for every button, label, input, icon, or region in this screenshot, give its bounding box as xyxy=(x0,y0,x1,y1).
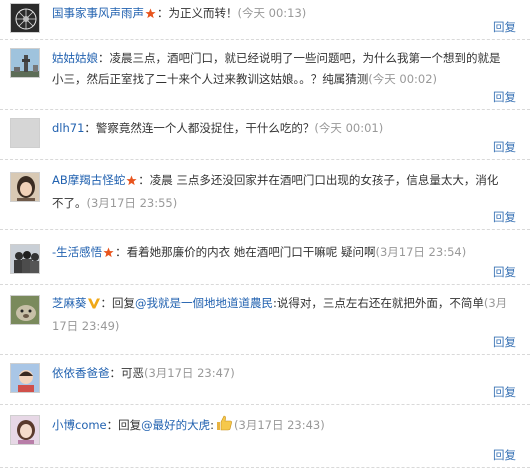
comment-item: 国事家事风声雨声 ：为正义而转！(今天 00:13) 回复 xyxy=(0,0,530,40)
mention-link[interactable]: @最好的大虎 xyxy=(141,418,210,432)
username-link[interactable]: AB摩羯古怪蛇 xyxy=(52,173,125,187)
avatar[interactable] xyxy=(10,118,40,148)
comment-item: 小博come：回复@最好的大虎: (3月17日 23:43) 回复 xyxy=(0,405,530,468)
comment-text-prefix: ：回复 xyxy=(106,418,142,432)
comment-body: 姑姑姑娘：凌晨三点，酒吧门口，就已经说明了一些问题吧，为什么我第一个想到的就是小… xyxy=(52,48,508,90)
comment-item: dlh71：警察竟然连一个人都没捉住，干什么吃的？(今天 00:01) 回复 xyxy=(0,110,530,160)
vip-badge-icon xyxy=(87,295,100,316)
tower-avatar-icon xyxy=(11,49,39,77)
comment-time: (今天 00:02) xyxy=(368,72,438,86)
comment-item: -生活感悟 ：看着她那廉价的内衣 她在酒吧门口干嘛呢 疑问啊(3月17日 23:5… xyxy=(0,230,530,285)
default-avatar-icon xyxy=(11,119,39,147)
username-link[interactable]: 姑姑姑娘 xyxy=(52,51,98,65)
reply-link[interactable]: 回复 xyxy=(493,19,516,35)
comment-text: ：为正义而转！ xyxy=(157,6,238,20)
group-avatar-icon xyxy=(11,245,39,273)
comment-time: (3月17日 23:55) xyxy=(86,196,178,210)
comment-item: 姑姑姑娘：凌晨三点，酒吧门口，就已经说明了一些问题吧，为什么我第一个想到的就是小… xyxy=(0,40,530,110)
username-link[interactable]: 依依香爸爸 xyxy=(52,366,110,380)
thumbs-up-icon xyxy=(215,415,233,438)
girl-avatar-icon xyxy=(11,173,39,201)
comment-text: ：看着她那廉价的内衣 她在酒吧门口干嘛呢 疑问啊 xyxy=(115,245,376,259)
reply-link[interactable]: 回复 xyxy=(493,139,516,155)
comment-body: 国事家事风声雨声 ：为正义而转！(今天 00:13) xyxy=(52,3,508,26)
dandelion-avatar-icon xyxy=(11,4,39,32)
reply-link[interactable]: 回复 xyxy=(493,334,516,350)
avatar[interactable] xyxy=(10,172,40,202)
comment-list: 国事家事风声雨声 ：为正义而转！(今天 00:13) 回复 姑姑姑娘：凌晨三点，酒… xyxy=(0,0,530,470)
comment-time: (3月17日 23:47) xyxy=(144,366,235,380)
username-link[interactable]: -生活感悟 xyxy=(52,245,102,259)
comment-item: 芝麻葵 ：回复@我就是一個地地道道農民:说得对，三点左右还在就把外面，不简单(3月… xyxy=(0,285,530,355)
comment-body: AB摩羯古怪蛇 ：凌晨 三点多还没回家并在酒吧门口出现的女孩子，信息量太大，消化不… xyxy=(52,170,508,214)
comment-text: ：警察竟然连一个人都没捉住，干什么吃的？ xyxy=(84,121,315,135)
comment-text: :说得对，三点左右还在就把外面，不简单 xyxy=(273,296,484,310)
comment-body: -生活感悟 ：看着她那廉价的内衣 她在酒吧门口干嘛呢 疑问啊(3月17日 23:5… xyxy=(52,242,508,265)
animal-avatar-icon xyxy=(11,296,39,324)
comment-time: (3月17日 23:43) xyxy=(234,418,325,432)
username-link[interactable]: 小博come xyxy=(52,418,107,432)
comment-time: (3月17日 23:54) xyxy=(375,245,467,259)
comment-text: : xyxy=(210,418,215,432)
comment-item: AB摩羯古怪蛇 ：凌晨 三点多还没回家并在酒吧门口出现的女孩子，信息量太大，消化不… xyxy=(0,160,530,230)
comment-body: 小博come：回复@最好的大虎: (3月17日 23:43) xyxy=(52,415,508,438)
avatar[interactable] xyxy=(10,415,40,445)
comment-text-prefix: ：回复 xyxy=(100,296,136,310)
star-badge-icon xyxy=(103,244,114,265)
reply-link[interactable]: 回复 xyxy=(493,209,516,225)
lady-avatar-icon xyxy=(11,416,39,444)
comment-body: dlh71：警察竟然连一个人都没捉住，干什么吃的？(今天 00:01) xyxy=(52,118,508,139)
avatar[interactable] xyxy=(10,48,40,78)
username-link[interactable]: 芝麻葵 xyxy=(52,296,87,310)
comment-time: (今天 00:13) xyxy=(237,6,307,20)
reply-link[interactable]: 回复 xyxy=(493,89,516,105)
star-badge-icon xyxy=(145,5,156,26)
mention-link[interactable]: @我就是一個地地道道農民 xyxy=(135,296,273,310)
comment-time: (今天 00:01) xyxy=(314,121,384,135)
username-link[interactable]: 国事家事风声雨声 xyxy=(52,6,144,20)
avatar[interactable] xyxy=(10,3,40,33)
comment-text: ：可恶 xyxy=(109,366,145,380)
avatar[interactable] xyxy=(10,244,40,274)
comment-body: 依依香爸爸：可恶(3月17日 23:47) xyxy=(52,363,508,384)
star-badge-icon xyxy=(126,172,137,193)
comment-body: 芝麻葵 ：回复@我就是一個地地道道農民:说得对，三点左右还在就把外面，不简单(3月… xyxy=(52,293,508,337)
kid-avatar-icon xyxy=(11,364,39,392)
comment-item: 依依香爸爸：可恶(3月17日 23:47) 回复 xyxy=(0,355,530,405)
reply-link[interactable]: 回复 xyxy=(493,447,516,463)
avatar[interactable] xyxy=(10,363,40,393)
avatar[interactable] xyxy=(10,295,40,325)
username-link[interactable]: dlh71 xyxy=(52,121,84,135)
reply-link[interactable]: 回复 xyxy=(493,264,516,280)
reply-link[interactable]: 回复 xyxy=(493,384,516,400)
